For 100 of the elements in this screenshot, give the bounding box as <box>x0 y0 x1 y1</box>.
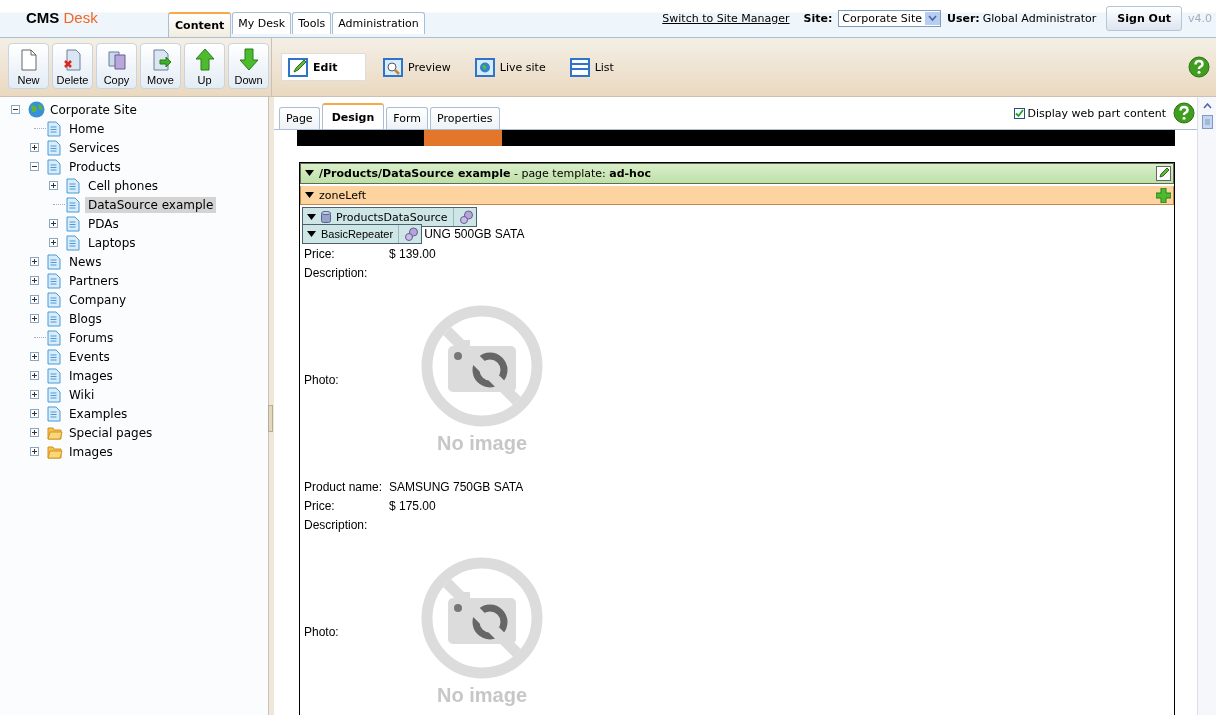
expand-icon[interactable] <box>30 276 39 285</box>
tree-item[interactable]: Products <box>66 158 124 175</box>
expand-icon[interactable] <box>30 428 39 437</box>
expand-icon[interactable] <box>30 314 39 323</box>
splitter-handle[interactable] <box>268 405 273 432</box>
page-icon <box>47 120 61 137</box>
toolbar-button[interactable]: Move <box>140 43 181 89</box>
tree-item[interactable]: News <box>66 253 105 270</box>
app-logo: CMS Desk <box>25 8 99 26</box>
tree-item[interactable]: Forums <box>66 329 117 346</box>
collapse-arrow-icon[interactable] <box>305 191 314 199</box>
help-icon[interactable] <box>1188 56 1210 78</box>
field-label: Product name: <box>304 479 384 494</box>
field-label: Description: <box>304 265 369 280</box>
expand-icon[interactable] <box>49 238 58 247</box>
expand-icon[interactable] <box>49 219 58 228</box>
expand-icon[interactable] <box>49 181 58 190</box>
field-value: UNG 500GB SATA <box>424 227 525 241</box>
globe-icon <box>28 101 45 118</box>
up-arrow-icon <box>193 48 216 71</box>
list-icon <box>569 56 590 78</box>
add-web-part-icon[interactable] <box>1156 187 1171 203</box>
delete-document-icon <box>61 48 84 71</box>
tree-item[interactable]: Corporate Site <box>47 101 140 118</box>
user-name: Global Administrator <box>982 12 1097 25</box>
field-value: SAMSUNG 750GB SATA <box>389 479 524 494</box>
editor-tab[interactable]: Design <box>321 103 385 129</box>
sign-out-button[interactable]: Sign Out <box>1106 6 1182 31</box>
collapse-icon[interactable] <box>11 105 20 114</box>
view-mode-button[interactable]: List <box>562 53 621 81</box>
expand-icon[interactable] <box>30 295 39 304</box>
expand-icon[interactable] <box>30 257 39 266</box>
toolbar-button[interactable]: Copy <box>96 43 137 89</box>
tree-item[interactable]: Wiki <box>66 386 98 403</box>
toolbar-button[interactable]: Delete <box>52 43 93 89</box>
version-label: v4.0 <box>1188 12 1212 25</box>
tree-item[interactable]: Company <box>66 291 130 308</box>
editor-tab[interactable]: Form <box>386 107 428 129</box>
editor-tab[interactable]: Page <box>279 107 320 129</box>
view-mode-button[interactable]: Preview <box>376 53 458 81</box>
tree-item[interactable]: Cell phones <box>85 177 162 194</box>
tree-item[interactable]: Events <box>66 348 113 365</box>
collapse-arrow-icon[interactable] <box>305 170 314 177</box>
site-dropdown[interactable]: Corporate Site <box>838 10 941 27</box>
page-icon <box>66 215 80 232</box>
module-tab[interactable]: Content <box>168 12 232 37</box>
module-tab[interactable]: Tools <box>292 12 332 34</box>
down-arrow-icon <box>237 48 260 71</box>
expand-icon[interactable] <box>30 447 39 456</box>
tree-item[interactable]: Examples <box>66 405 131 422</box>
module-tab[interactable]: My Desk <box>232 12 292 34</box>
view-mode-button[interactable]: Live site <box>467 53 553 81</box>
view-mode-button[interactable]: Edit <box>281 53 366 81</box>
tree-item[interactable]: Blogs <box>66 310 105 327</box>
web-part-header[interactable]: BasicRepeater <box>302 224 423 244</box>
vertical-scrollbar[interactable] <box>1197 97 1216 715</box>
pencil-icon <box>288 56 308 78</box>
expand-icon[interactable] <box>30 390 39 399</box>
globe-icon <box>474 56 495 78</box>
expand-icon[interactable] <box>30 409 39 418</box>
scroll-up-icon[interactable] <box>1202 103 1212 109</box>
tree-item[interactable]: DataSource example <box>85 196 217 213</box>
scroll-thumb-icon[interactable] <box>1201 115 1213 129</box>
module-tab[interactable]: Administration <box>332 12 425 34</box>
no-camera-icon <box>420 556 544 680</box>
editor-tab[interactable]: Properties <box>430 107 500 129</box>
toolbar-button[interactable]: New <box>8 43 49 89</box>
tree-item[interactable]: Special pages <box>66 424 156 441</box>
web-part-header[interactable]: ProductsDataSource <box>302 207 477 227</box>
page-icon <box>47 367 61 384</box>
tree-item[interactable]: Images <box>66 367 116 384</box>
tree-item[interactable]: PDAs <box>85 215 122 232</box>
field-label: Description: <box>304 517 369 532</box>
expand-icon[interactable] <box>30 371 39 380</box>
tree-item[interactable]: Partners <box>66 272 122 289</box>
expand-icon[interactable] <box>30 143 39 152</box>
switch-link[interactable]: Switch to Site Manager <box>662 12 790 25</box>
collapse-icon[interactable] <box>30 162 39 171</box>
field-label: Price: <box>304 246 336 261</box>
tree-item[interactable]: Home <box>66 120 108 137</box>
help-icon[interactable] <box>1173 102 1195 124</box>
page-icon <box>47 253 61 270</box>
expand-icon[interactable] <box>30 352 39 361</box>
field-label: Photo: <box>304 372 340 387</box>
tree-item[interactable]: Services <box>66 139 123 156</box>
edit-page-icon[interactable] <box>1156 166 1171 181</box>
toolbar-button[interactable]: Down <box>228 43 269 89</box>
folder-icon <box>47 444 63 459</box>
field-label: Photo: <box>304 624 340 639</box>
page-icon <box>66 196 80 213</box>
page-icon <box>47 405 61 422</box>
site-label: Site: <box>803 12 833 25</box>
toolbar-button[interactable]: Up <box>184 43 225 89</box>
display-content-checkbox[interactable] <box>1013 107 1025 119</box>
tree-item[interactable]: Laptops <box>85 234 139 251</box>
page-icon <box>47 291 61 308</box>
magnifier-icon <box>383 56 403 78</box>
no-camera-icon <box>420 304 544 428</box>
page-icon <box>47 139 61 156</box>
tree-item[interactable]: Images <box>66 443 116 460</box>
